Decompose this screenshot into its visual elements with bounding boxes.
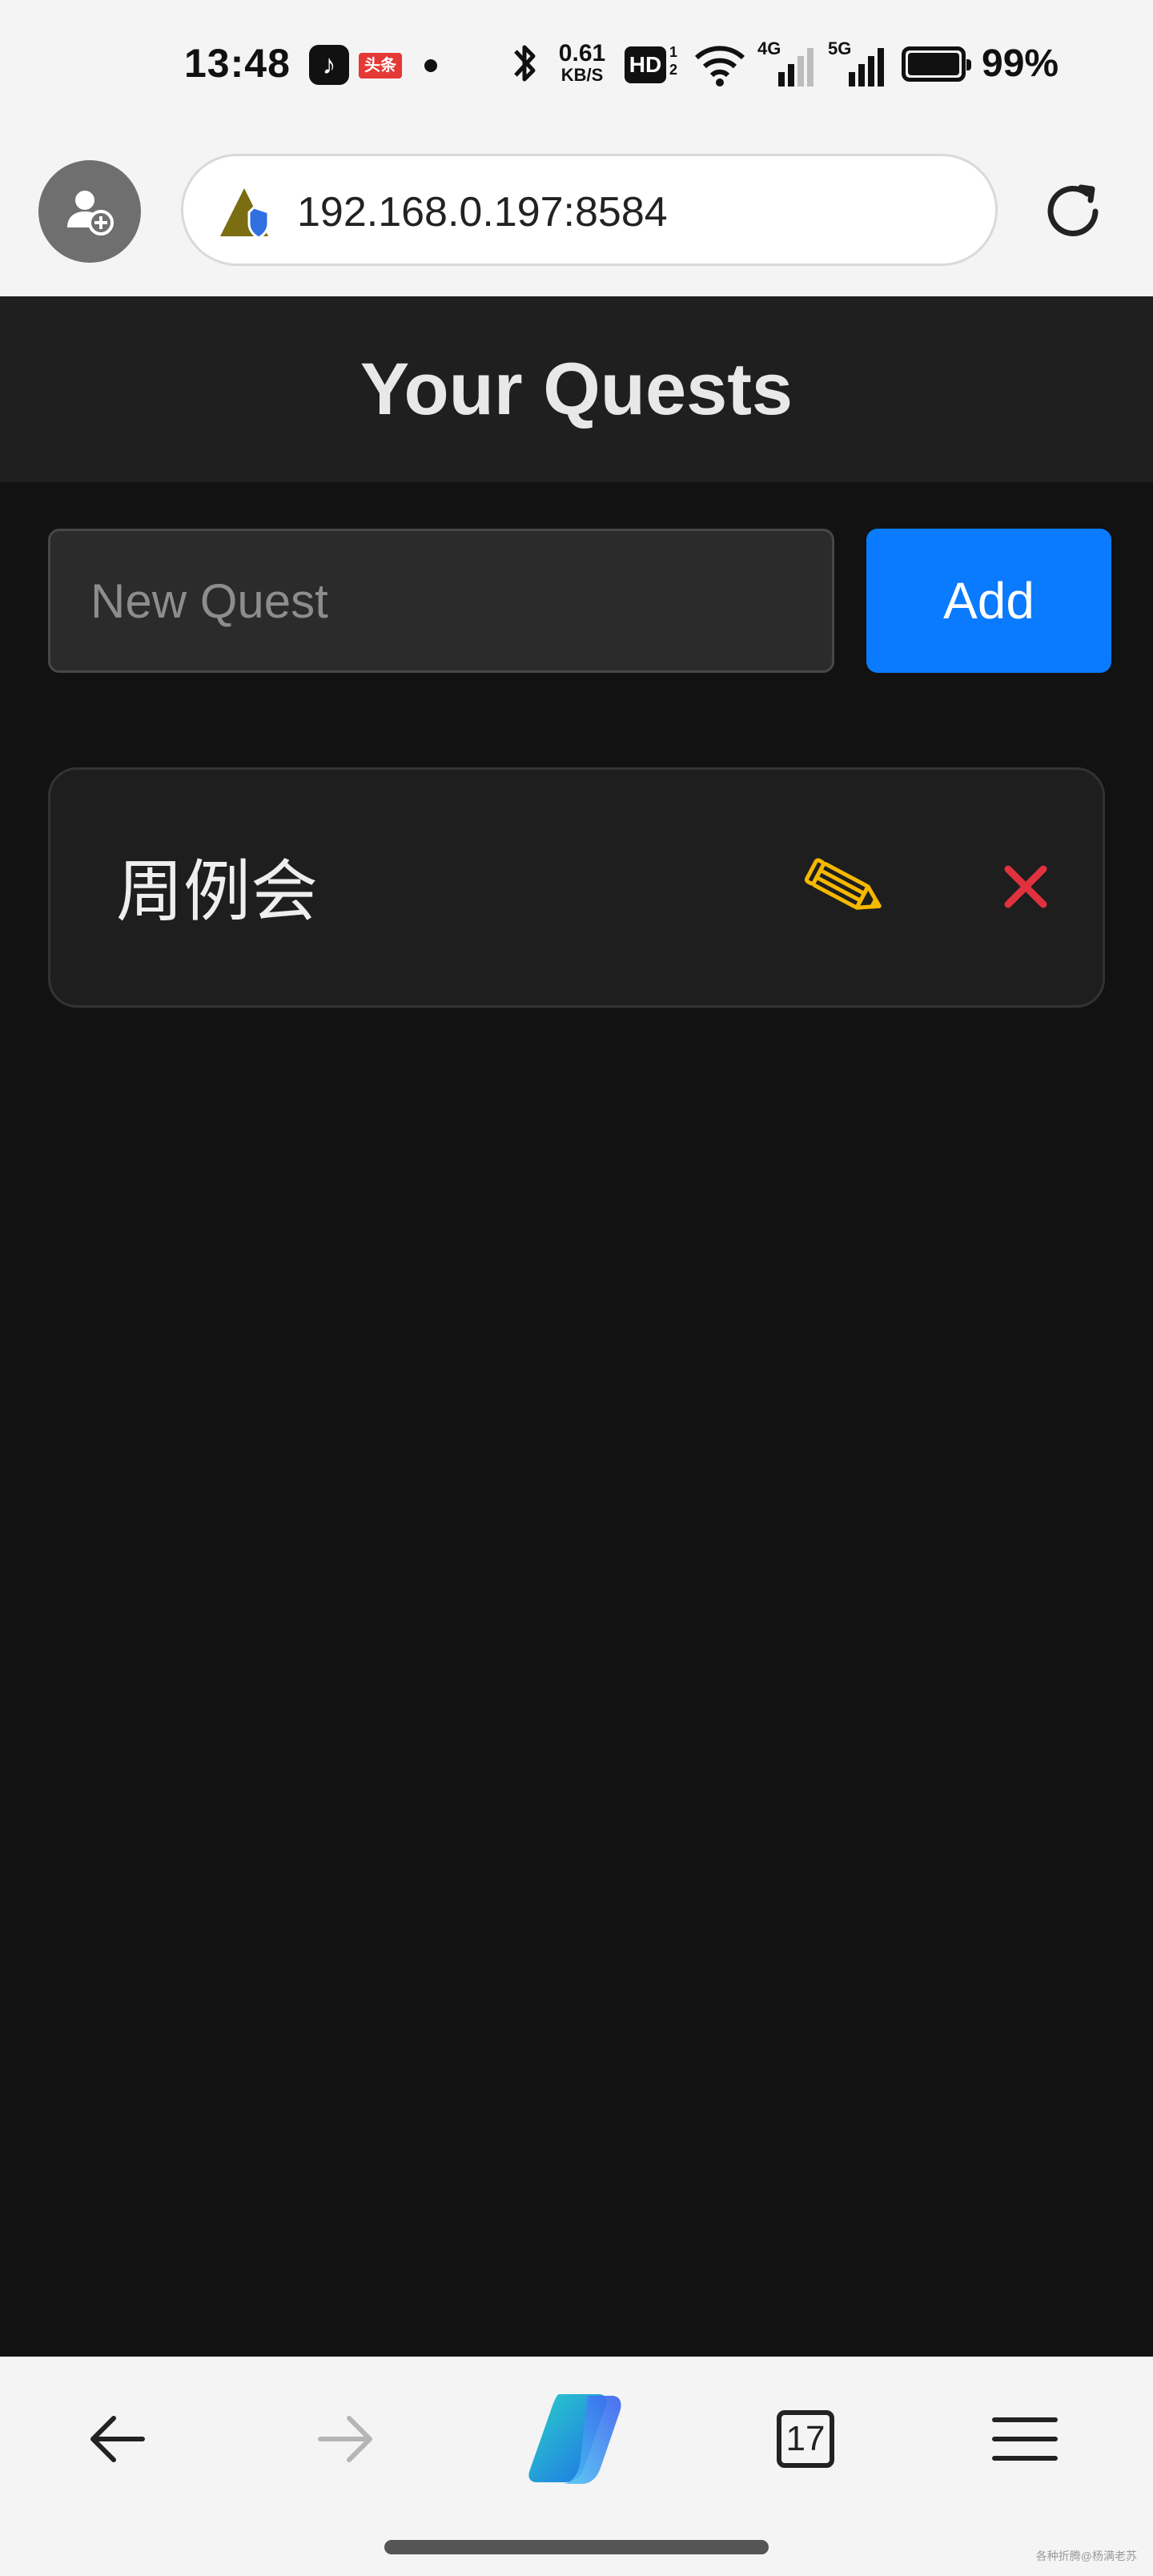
status-bar: 13:48 ♪ 头条 0.61 KB/S HD 1 2 4G 5G 99% [0,0,1153,136]
delete-x-icon[interactable] [994,855,1058,919]
copilot-icon[interactable] [522,2389,626,2489]
home-indicator[interactable] [384,2540,769,2554]
reload-icon[interactable] [1041,178,1108,245]
wifi-icon [694,46,745,87]
hd-voice-icon: HD [625,46,666,83]
tab-count: 17 [777,2410,834,2468]
bluetooth-icon [514,45,536,82]
new-quest-input[interactable] [48,529,834,673]
more-notifications-dot [424,59,437,72]
quest-list: 周例会 [48,767,1105,1040]
tiktok-notification-icon: ♪ [309,45,349,85]
status-time: 13:48 [184,41,291,86]
signal-bars-icon [849,48,884,87]
add-profile-icon [67,191,114,235]
profile-button[interactable] [38,160,141,263]
url-text: 192.168.0.197:8584 [297,189,668,235]
forward-arrow-icon[interactable] [306,2399,386,2479]
edit-pencil-icon[interactable] [803,850,891,930]
back-arrow-icon[interactable] [77,2399,157,2479]
page-title: Your Quests [360,348,793,430]
toutiao-notification-icon: 头条 [359,53,402,78]
battery-percent: 99% [982,42,1059,85]
network-speed: 0.61 KB/S [552,42,612,85]
quest-name: 周例会 [116,852,319,931]
hd-voice-sub: 1 2 [669,44,678,78]
browser-bottom-nav: 17 各种折腾@杨满老苏 [0,2357,1153,2576]
app-header: Your Quests [0,296,1153,482]
site-security-icon [220,188,270,239]
signal-bars-icon [778,48,814,87]
battery-icon [902,46,971,82]
tabs-button[interactable]: 17 [765,2399,846,2479]
network-speed-unit: KB/S [560,65,604,85]
browser-toolbar: 192.168.0.197:8584 [0,136,1153,296]
cell-signal-4g-icon: 4G [757,38,815,87]
quest-item: 周例会 [48,767,1105,1008]
watermark: 各种折腾@杨满老苏 [1035,2550,1137,2562]
add-quest-button[interactable]: Add [866,529,1111,673]
address-bar[interactable]: 192.168.0.197:8584 [181,154,998,266]
cell-signal-5g-icon: 5G [828,38,886,87]
menu-hamburger-icon[interactable] [985,2399,1065,2479]
network-speed-value: 0.61 [558,40,606,66]
